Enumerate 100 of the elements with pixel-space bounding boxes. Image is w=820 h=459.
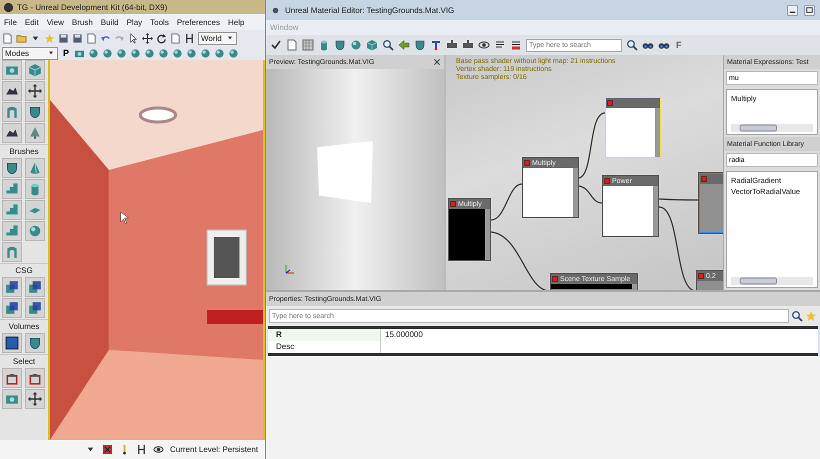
- cylinder-icon[interactable]: [318, 39, 330, 51]
- mode-button[interactable]: P: [61, 48, 72, 58]
- shield-icon: [5, 161, 19, 175]
- property-value[interactable]: 15.000000: [385, 330, 423, 339]
- maximize-icon[interactable]: [803, 4, 816, 16]
- rotate-icon[interactable]: [156, 32, 167, 44]
- tool-button[interactable]: [2, 158, 22, 178]
- volume-icon: [5, 336, 19, 350]
- sphere-icon: [28, 224, 42, 238]
- sphere-icon[interactable]: [350, 39, 362, 51]
- shield-icon[interactable]: [414, 39, 426, 51]
- window-title: TG - Unreal Development Kit (64-bit, DX9): [17, 2, 168, 12]
- stairs-icon: [5, 203, 19, 217]
- sphere-icon[interactable]: [144, 48, 156, 58]
- move-icon: [28, 84, 42, 98]
- save-icon[interactable]: [72, 32, 83, 44]
- tool-button[interactable]: [25, 333, 45, 353]
- square-icon: [607, 100, 613, 106]
- tool-button[interactable]: [2, 277, 22, 297]
- search-icon[interactable]: [382, 39, 394, 51]
- sphere-icon[interactable]: [172, 48, 184, 58]
- doc-icon[interactable]: [170, 32, 181, 44]
- cube-icon: [28, 63, 42, 77]
- menu-item[interactable]: Edit: [24, 18, 39, 26]
- overlap-icon: [5, 301, 19, 315]
- cursor-icon[interactable]: [128, 32, 139, 44]
- eye-icon[interactable]: [478, 39, 490, 51]
- move-icon[interactable]: [142, 32, 153, 44]
- shield-icon[interactable]: [334, 39, 346, 51]
- caret-icon: [47, 49, 55, 57]
- tool-button[interactable]: [25, 298, 45, 318]
- app-icon: [3, 2, 14, 12]
- bars-icon[interactable]: [184, 32, 195, 44]
- tool-button[interactable]: [2, 298, 22, 318]
- sphere-icon[interactable]: [88, 48, 100, 58]
- tool-button[interactable]: [2, 123, 22, 143]
- overlap-icon: [28, 280, 42, 294]
- sphere-icon[interactable]: [102, 48, 114, 58]
- menu-item[interactable]: Help: [228, 18, 244, 26]
- tool-button[interactable]: [25, 277, 45, 297]
- current-level-label: Current Level: Persistent: [170, 445, 258, 454]
- square-icon: [604, 178, 610, 184]
- node-wire: [490, 183, 522, 221]
- coordinate-dropdown[interactable]: World: [198, 32, 237, 44]
- search-icon[interactable]: [626, 39, 638, 51]
- sphere-icon[interactable]: [214, 48, 226, 58]
- tool-button[interactable]: [25, 368, 45, 388]
- menu-item[interactable]: Preferences: [176, 18, 220, 26]
- selectbox-icon: [28, 371, 42, 385]
- overlap-icon: [5, 280, 19, 294]
- node-preview: [603, 186, 653, 236]
- menu-item[interactable]: File: [4, 18, 17, 26]
- bars-icon[interactable]: [136, 444, 147, 455]
- tool-button[interactable]: [25, 389, 45, 409]
- redlist-icon[interactable]: [510, 39, 522, 51]
- doc-icon[interactable]: [2, 32, 13, 44]
- tool-button[interactable]: [2, 81, 22, 101]
- menu-item[interactable]: Tools: [150, 18, 169, 26]
- sphere-icon[interactable]: [116, 48, 128, 58]
- sphere-icon[interactable]: [228, 48, 240, 58]
- stairs-icon: [5, 182, 19, 196]
- doc-icon[interactable]: [86, 32, 97, 44]
- square-icon: [701, 176, 707, 182]
- node-preview: [700, 184, 723, 232]
- search-icon[interactable]: [791, 310, 803, 322]
- menu-item[interactable]: Build: [100, 18, 119, 26]
- graph-node[interactable]: [698, 172, 723, 234]
- doc-icon[interactable]: [286, 39, 298, 51]
- save-icon[interactable]: [58, 32, 69, 44]
- check-icon[interactable]: [270, 39, 282, 51]
- menu-item[interactable]: Brush: [72, 18, 93, 26]
- arch-icon: [5, 245, 19, 259]
- tool-button[interactable]: [2, 368, 22, 388]
- menu-item[interactable]: Play: [126, 18, 142, 26]
- sphere-icon[interactable]: [186, 48, 198, 58]
- close-icon[interactable]: [433, 58, 441, 66]
- tool-button[interactable]: [25, 81, 45, 101]
- sphere-icon[interactable]: [200, 48, 212, 58]
- eye-icon[interactable]: [153, 444, 164, 455]
- star-icon[interactable]: [805, 310, 817, 322]
- modes-dropdown[interactable]: Modes: [2, 46, 58, 60]
- window-title: Unreal Material Editor: TestingGrounds.Mat.VIG: [285, 6, 456, 14]
- tool-button[interactable]: [25, 102, 45, 122]
- menu-item[interactable]: View: [46, 18, 64, 26]
- cube-icon[interactable]: [366, 39, 378, 51]
- star-icon[interactable]: [44, 32, 55, 44]
- sphere-icon[interactable]: [158, 48, 170, 58]
- cone-icon: [28, 161, 42, 175]
- toolbar-button[interactable]: F: [674, 40, 684, 50]
- minimize-icon[interactable]: [786, 4, 799, 16]
- node-wire: [578, 185, 602, 204]
- selectbox-icon: [5, 371, 19, 385]
- scrollbar[interactable]: [731, 277, 813, 285]
- shield-icon: [28, 336, 42, 350]
- sphere-icon[interactable]: [130, 48, 142, 58]
- tool-button[interactable]: [2, 333, 22, 353]
- arrowleft-icon[interactable]: [398, 39, 410, 51]
- node-preview: [449, 209, 485, 260]
- grid-icon[interactable]: [302, 39, 314, 51]
- scrollbar[interactable]: [731, 124, 813, 132]
